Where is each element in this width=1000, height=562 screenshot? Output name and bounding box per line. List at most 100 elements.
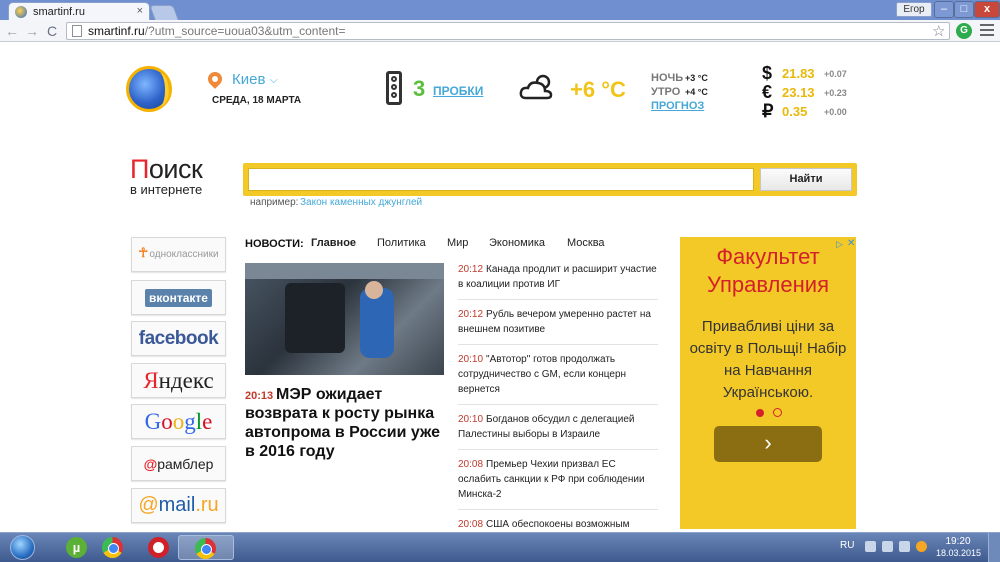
service-label: Яндекс — [143, 368, 213, 394]
service-mailru[interactable]: @mail.ru — [131, 488, 226, 523]
news-headline[interactable]: Канада продлит и расширит участие в коал… — [458, 264, 657, 290]
extension-icon[interactable]: G — [956, 23, 972, 39]
forecast-link[interactable]: ПРОГНОЗ — [651, 100, 704, 112]
news-item[interactable]: 20:12 Канада продлит и расширит участие в… — [458, 262, 658, 300]
browser-tab-active[interactable]: smartinf.ru × — [8, 2, 150, 20]
current-temperature: +6 °C — [570, 77, 626, 102]
site-favicon-icon — [15, 6, 27, 18]
chrome-icon — [195, 538, 216, 559]
utorrent-icon: µ — [66, 537, 87, 558]
yandex-rest: ндекс — [158, 368, 214, 393]
reload-button[interactable]: C — [44, 22, 60, 40]
rambler-rest: рамблер — [157, 456, 214, 472]
taskbar-opera[interactable] — [132, 535, 184, 560]
featured-news-image[interactable] — [245, 263, 444, 375]
search-logo: Поиск — [130, 154, 203, 185]
service-vkontakte[interactable]: вконтакте — [131, 280, 226, 315]
news-tab-politics[interactable]: Политика — [377, 237, 426, 249]
tray-network-icon[interactable] — [882, 541, 893, 552]
service-label: @mail.ru — [138, 494, 218, 517]
browser-titlebar — [0, 0, 1000, 20]
news-item[interactable]: 20:10 "Автотор" готов продолжать сотрудни… — [458, 352, 658, 405]
tray-flag-icon[interactable] — [865, 541, 876, 552]
back-button[interactable]: ← — [4, 22, 20, 40]
service-label: facebook — [138, 328, 219, 349]
location-pin-icon — [205, 69, 225, 89]
news-headline[interactable]: Богданов обсудил с делегацией Палестины … — [458, 414, 635, 440]
google-wordmark: Google — [144, 409, 213, 434]
eur-icon: € — [762, 82, 773, 102]
traffic-light-icon — [386, 71, 402, 105]
search-example-link[interactable]: Закон каменных джунглей — [300, 197, 422, 208]
bookmark-star-icon[interactable]: ☆ — [932, 22, 945, 40]
news-item[interactable]: 20:12 Рубль вечером умеренно растет на вн… — [458, 307, 658, 345]
mail-mid: mail — [158, 494, 196, 516]
ad-title[interactable]: Факультет Управления — [680, 243, 856, 299]
ad-body[interactable]: Привабливі ціни за освіту в Польщі! Набі… — [680, 316, 856, 404]
current-date: СРЕДА, 18 МАРТА — [212, 95, 302, 106]
url-path: /?utm_source=uoua03&utm_content= — [144, 24, 346, 38]
news-time: 20:10 — [458, 414, 484, 425]
start-button[interactable] — [2, 533, 42, 561]
rambler-at-icon: @ — [143, 456, 158, 472]
profile-button[interactable]: Егор — [896, 2, 932, 17]
chevron-down-icon[interactable]: ⌵ — [270, 75, 278, 86]
ad-next-button[interactable]: › — [714, 426, 822, 462]
news-tab-moscow[interactable]: Москва — [567, 237, 605, 249]
service-facebook[interactable]: facebook — [131, 321, 226, 356]
rub-rate: 0.35 — [782, 104, 808, 119]
rub-change: +0.00 — [824, 107, 847, 117]
service-odnoklassniki[interactable]: ☥одноклассники — [131, 237, 226, 272]
language-indicator[interactable]: RU — [840, 540, 854, 551]
window-maximize-button[interactable]: □ — [954, 1, 974, 18]
taskbar-chrome-pinned[interactable] — [86, 535, 138, 560]
news-time: 20:08 — [458, 459, 484, 470]
new-tab-button[interactable] — [149, 5, 179, 20]
clock-time[interactable]: 19:20 — [936, 536, 980, 547]
search-button[interactable]: Найти — [760, 168, 852, 191]
tray-volume-icon[interactable] — [899, 541, 910, 552]
city-selector[interactable]: Киев — [232, 71, 265, 88]
forward-button[interactable]: → — [24, 22, 40, 40]
news-tab-main[interactable]: Главное — [311, 237, 356, 249]
browser-menu-icon[interactable] — [980, 24, 994, 38]
news-tab-economy[interactable]: Экономика — [489, 237, 545, 249]
clock-date[interactable]: 18.03.2015 — [936, 548, 981, 558]
tray-app-icon[interactable] — [916, 541, 927, 552]
service-yandex[interactable]: Яндекс — [131, 363, 226, 398]
url-domain: smartinf.ru — [88, 24, 145, 38]
ad-carousel-dot-active[interactable] — [756, 409, 764, 417]
usd-change: +0.07 — [824, 69, 847, 79]
news-item[interactable]: 20:08 Премьер Чехии призвал ЕС ослабить с… — [458, 457, 658, 510]
ad-carousel-dot[interactable] — [773, 408, 782, 417]
eur-rate: 23.13 — [782, 85, 815, 100]
window-close-button[interactable]: x — [974, 1, 1000, 18]
news-headline[interactable]: "Автотор" готов продолжать сотрудничеств… — [458, 354, 626, 395]
tab-close-icon[interactable]: × — [137, 5, 143, 17]
news-headline[interactable]: Рубль вечером умеренно растет на внешнем… — [458, 309, 651, 335]
news-tab-world[interactable]: Мир — [447, 237, 468, 249]
night-label: НОЧЬ — [651, 72, 684, 84]
odnoklassniki-icon: ☥ — [138, 245, 149, 260]
search-example-label: например: — [250, 197, 299, 208]
address-bar-url[interactable]: smartinf.ru/?utm_source=uoua03&utm_conte… — [88, 24, 346, 38]
traffic-score: 3 — [413, 76, 426, 101]
service-google[interactable]: Google — [131, 404, 226, 439]
site-logo[interactable] — [126, 66, 172, 112]
show-desktop-button[interactable] — [988, 533, 1000, 562]
traffic-link[interactable]: ПРОБКИ — [433, 84, 483, 98]
taskbar-chrome-active[interactable] — [178, 535, 234, 560]
service-label: одноклассники — [149, 249, 219, 260]
window-minimize-button[interactable]: – — [934, 1, 954, 18]
service-rambler[interactable]: @рамблер — [131, 446, 226, 481]
search-logo-rest: оиск — [148, 154, 203, 184]
news-headline[interactable]: Премьер Чехии призвал ЕС ослабить санкци… — [458, 459, 645, 500]
search-logo-first: П — [130, 154, 149, 184]
news-time: 20:08 — [458, 519, 484, 530]
featured-news-title[interactable]: МЭР ожидает возврата к росту рынка автоп… — [245, 385, 445, 461]
news-item[interactable]: 20:10 Богданов обсудил с делегацией Палес… — [458, 412, 658, 450]
usd-rate: 21.83 — [782, 66, 815, 81]
cloud-sun-icon — [519, 74, 553, 100]
windows-logo-icon — [10, 535, 35, 560]
search-input[interactable] — [248, 168, 754, 191]
